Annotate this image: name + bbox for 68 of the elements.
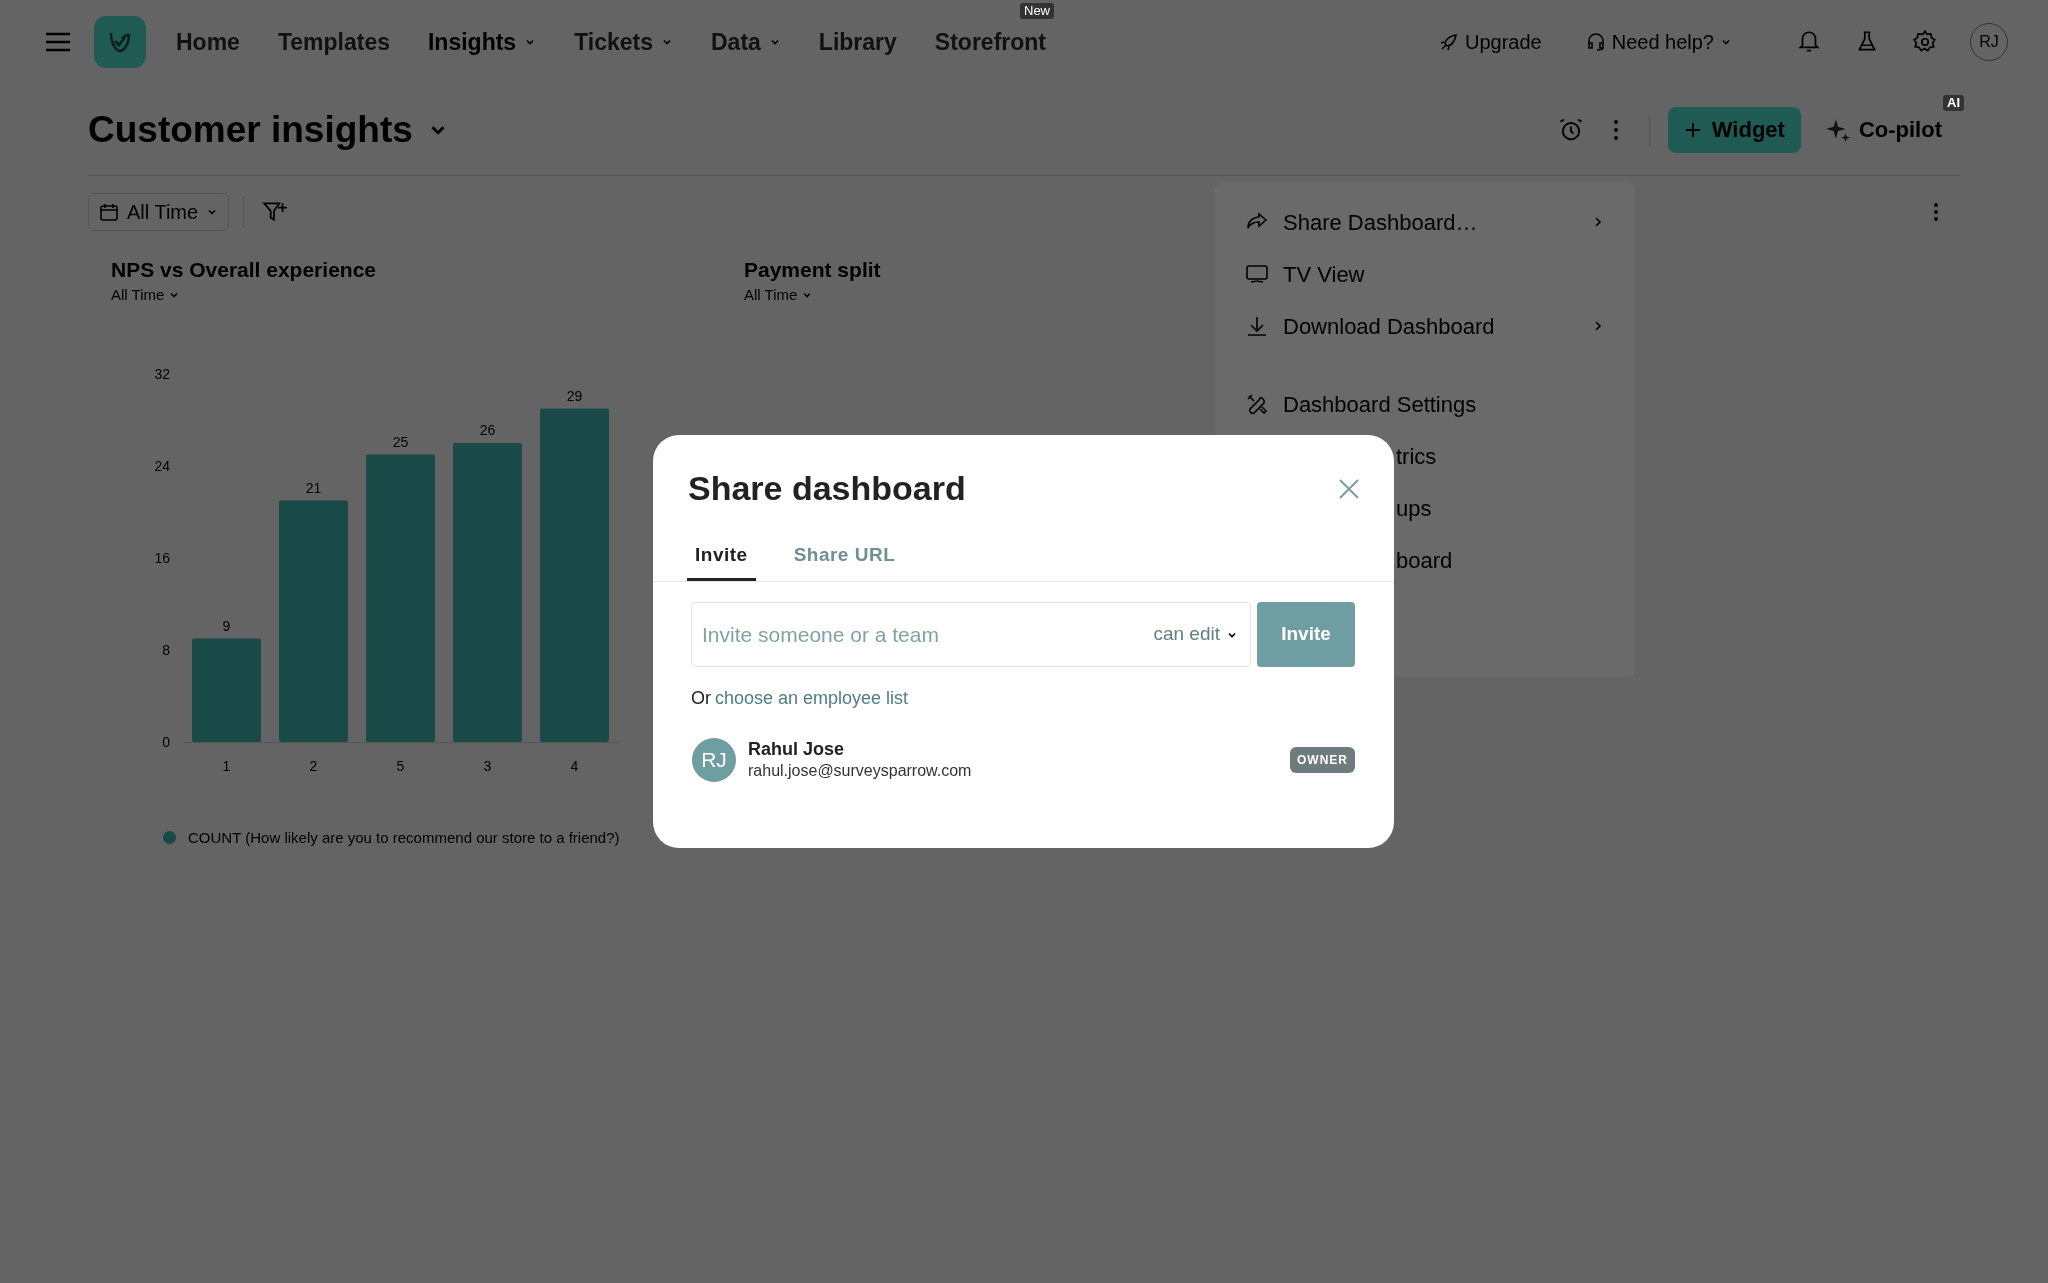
- close-button[interactable]: [1338, 477, 1360, 500]
- menu-item[interactable]: Dashboard Settings: [1215, 378, 1635, 430]
- menu-item[interactable]: board: [1396, 534, 1453, 586]
- nav-tab[interactable]: Library: [818, 24, 897, 60]
- owner-badge: OWNER: [1290, 747, 1355, 773]
- ai-badge: AI: [1943, 95, 1964, 111]
- copilot-button[interactable]: Co-pilot: [1824, 113, 1942, 146]
- range-dropdown[interactable]: All Time: [111, 284, 181, 307]
- settings-icon[interactable]: [1912, 29, 1938, 55]
- menu-item[interactable]: TV View: [1215, 248, 1635, 300]
- data-label: 25: [392, 433, 409, 449]
- data-label: 26: [479, 421, 496, 438]
- menu-item[interactable]: Download Dashboard: [1215, 300, 1635, 352]
- dialog-tab[interactable]: Invite: [687, 532, 756, 581]
- axis-label: 2: [309, 757, 318, 774]
- add-widget-button[interactable]: Widget: [1667, 106, 1801, 153]
- download-icon: [1245, 314, 1269, 338]
- invite-field[interactable]: Invite someone or a team can edit: [691, 602, 1251, 667]
- headset-icon: [1585, 32, 1606, 52]
- dashboard-title[interactable]: Customer insights: [88, 101, 449, 158]
- dialog-tab[interactable]: Share URL: [785, 532, 904, 581]
- data-label: 21: [305, 479, 322, 495]
- nav-tab[interactable]: Storefront: [934, 24, 1046, 60]
- menu-item[interactable]: trics: [1396, 430, 1437, 482]
- nav-tab[interactable]: Home: [176, 24, 240, 60]
- dialog-title: Share dashboard: [688, 468, 966, 509]
- tools-icon: [1245, 392, 1269, 416]
- calendar-icon: [99, 202, 119, 222]
- axis-label: 32: [154, 365, 170, 382]
- axis-label: 4: [570, 757, 579, 774]
- axis-label: 0: [162, 733, 170, 750]
- member-name: Rahul Jose: [748, 738, 846, 760]
- widget-title: Payment split: [744, 257, 882, 283]
- menu-item[interactable]: Share Dashboard…: [1215, 196, 1635, 248]
- upgrade-link[interactable]: Upgrade: [1438, 27, 1542, 57]
- rocket-icon: [1438, 32, 1459, 52]
- employee-list-link[interactable]: choose an employee list: [715, 685, 909, 712]
- axis-label: 1: [222, 757, 231, 774]
- user-avatar: RJ: [692, 738, 736, 782]
- more-options-icon[interactable]: [1933, 202, 1939, 222]
- data-label: 9: [222, 617, 231, 633]
- data-label: 29: [566, 387, 583, 403]
- widget-title: NPS vs Overall experience: [111, 257, 377, 283]
- date-filter[interactable]: All Time: [88, 193, 230, 231]
- plus-icon: [1683, 120, 1702, 139]
- more-options-icon[interactable]: [1612, 118, 1619, 141]
- app-logo[interactable]: [94, 16, 146, 68]
- help-dropdown[interactable]: Need help?: [1585, 27, 1732, 57]
- menu-item[interactable]: ups: [1396, 482, 1432, 534]
- legend-label: COUNT (How likely are you to recommend our store to a friend?): [188, 827, 620, 848]
- nav-tab[interactable]: Insights: [427, 24, 537, 60]
- permission-dropdown[interactable]: can edit: [1153, 620, 1238, 649]
- nav-tab[interactable]: Tickets: [574, 24, 673, 60]
- bell-icon[interactable]: [1796, 29, 1822, 55]
- or-text: Or: [691, 687, 711, 710]
- nav-tab[interactable]: Data: [711, 24, 781, 60]
- axis-label: 16: [154, 549, 170, 566]
- axis-label: 24: [154, 457, 170, 474]
- menu-button[interactable]: [44, 31, 72, 53]
- axis-label: 3: [483, 757, 492, 774]
- tv-icon: [1245, 262, 1269, 286]
- range-dropdown[interactable]: All Time: [744, 284, 814, 307]
- new-badge: New: [1020, 2, 1054, 19]
- invite-button[interactable]: Invite: [1257, 602, 1355, 667]
- axis-label: 5: [396, 757, 405, 774]
- nav-tab[interactable]: Templates: [277, 24, 390, 60]
- axis-label: 8: [162, 641, 170, 658]
- member-email: rahul.jose@surveysparrow.com: [748, 761, 973, 781]
